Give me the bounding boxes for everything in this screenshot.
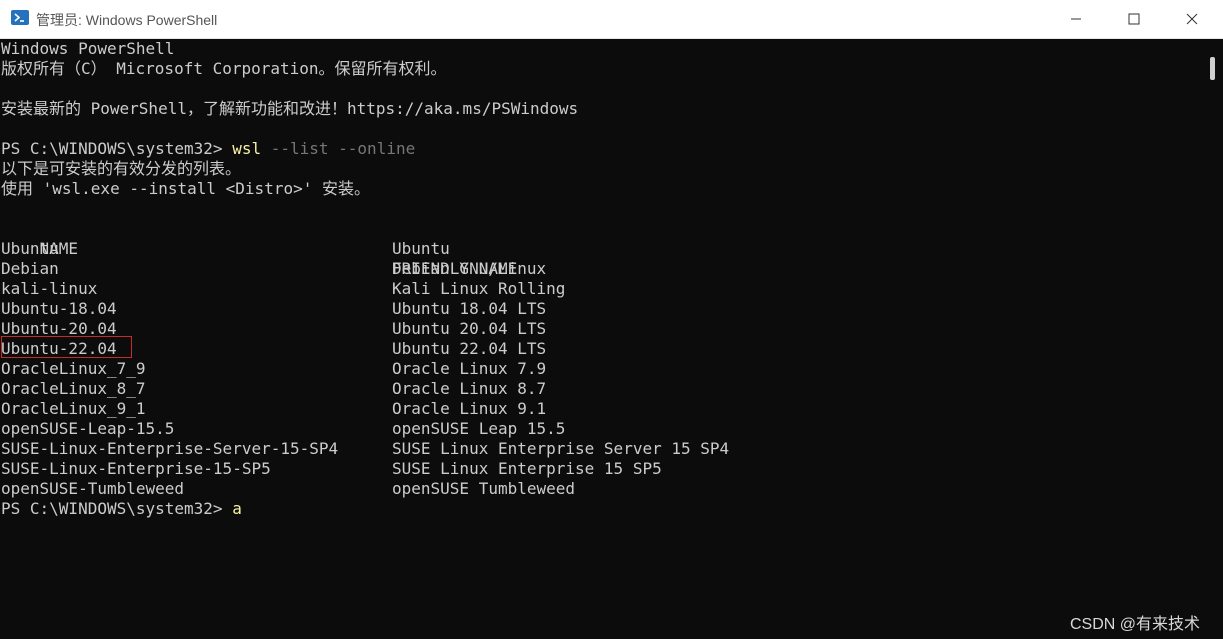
prompt-line: PS C:\WINDOWS\system32> a bbox=[1, 499, 242, 519]
distro-friendly-name: Ubuntu 20.04 LTS bbox=[392, 319, 547, 338]
prompt: PS C:\WINDOWS\system32> bbox=[1, 139, 233, 158]
distro-friendly-name: openSUSE Tumbleweed bbox=[392, 479, 576, 498]
distro-name: OracleLinux_7_9 bbox=[1, 359, 146, 378]
distro-name: Ubuntu bbox=[1, 239, 59, 258]
header-line: Windows PowerShell bbox=[1, 39, 175, 58]
maximize-icon bbox=[1128, 13, 1140, 25]
distro-name: SUSE-Linux-Enterprise-15-SP5 bbox=[1, 459, 271, 478]
distro-friendly-name: SUSE Linux Enterprise Server 15 SP4 bbox=[392, 439, 730, 458]
prompt: PS C:\WINDOWS\system32> bbox=[1, 499, 233, 518]
minimize-button[interactable] bbox=[1047, 0, 1105, 38]
distro-name: openSUSE-Tumbleweed bbox=[1, 479, 185, 498]
distro-friendly-name: Ubuntu bbox=[392, 239, 450, 258]
window-title: 管理员: Windows PowerShell bbox=[36, 12, 218, 28]
distro-friendly-name: Debian GNU/Linux bbox=[392, 259, 547, 278]
distro-row: OracleLinux_8_7 Oracle Linux 8.7 bbox=[1, 379, 546, 399]
typed-input[interactable]: a bbox=[232, 499, 242, 518]
distro-name: OracleLinux_9_1 bbox=[1, 399, 146, 418]
distro-row: Debian Debian GNU/Linux bbox=[1, 259, 546, 279]
distro-name: openSUSE-Leap-15.5 bbox=[1, 419, 175, 438]
copyright-line: 版权所有（C） Microsoft Corporation。保留所有权利。 bbox=[1, 59, 447, 78]
distro-row: SUSE-Linux-Enterprise-15-SP5 SUSE Linux E… bbox=[1, 459, 662, 479]
distro-friendly-name: Oracle Linux 8.7 bbox=[392, 379, 547, 398]
distro-row: Ubuntu-18.04 Ubuntu 18.04 LTS bbox=[1, 299, 546, 319]
close-icon bbox=[1186, 13, 1198, 25]
command-line: PS C:\WINDOWS\system32> wsl --list --onl… bbox=[1, 139, 415, 159]
distro-name: OracleLinux_8_7 bbox=[1, 379, 146, 398]
distro-row: openSUSE-Leap-15.5 openSUSE Leap 15.5 bbox=[1, 419, 565, 439]
distro-row: SUSE-Linux-Enterprise-Server-15-SP4 SUSE … bbox=[1, 439, 729, 459]
distro-friendly-name: Ubuntu 18.04 LTS bbox=[392, 299, 547, 318]
output-line: 以下是可安装的有效分发的列表。 bbox=[1, 159, 242, 178]
console-area[interactable]: Windows PowerShell 版权所有（C） Microsoft Cor… bbox=[0, 39, 1207, 639]
distro-name: SUSE-Linux-Enterprise-Server-15-SP4 bbox=[1, 439, 339, 458]
distro-name: Debian bbox=[1, 259, 59, 278]
distro-row: OracleLinux_9_1 Oracle Linux 9.1 bbox=[1, 399, 546, 419]
scrollbar[interactable] bbox=[1207, 39, 1223, 639]
powershell-icon[interactable] bbox=[11, 10, 29, 25]
distro-name: kali-linux bbox=[1, 279, 98, 298]
distro-friendly-name: Kali Linux Rolling bbox=[392, 279, 566, 298]
watermark: CSDN @有来技术 bbox=[1070, 616, 1201, 633]
distro-row: Ubuntu Ubuntu bbox=[1, 239, 450, 259]
maximize-button[interactable] bbox=[1105, 0, 1163, 38]
distro-friendly-name: openSUSE Leap 15.5 bbox=[392, 419, 566, 438]
column-header-row: NAME FRIENDLY NAME bbox=[1, 219, 518, 278]
command-name: wsl bbox=[232, 139, 262, 158]
distro-row: OracleLinux_7_9 Oracle Linux 7.9 bbox=[1, 359, 546, 379]
upgrade-hint-line: 安装最新的 PowerShell，了解新功能和改进！https://aka.ms… bbox=[1, 99, 579, 118]
distro-row: openSUSE-Tumbleweed openSUSE Tumbleweed bbox=[1, 479, 575, 499]
close-button[interactable] bbox=[1163, 0, 1221, 38]
distro-friendly-name: Ubuntu 22.04 LTS bbox=[392, 339, 547, 358]
distro-friendly-name: SUSE Linux Enterprise 15 SP5 bbox=[392, 459, 662, 478]
minimize-icon bbox=[1071, 18, 1081, 20]
distro-friendly-name: Oracle Linux 7.9 bbox=[392, 359, 547, 378]
scrollbar-thumb[interactable] bbox=[1210, 57, 1215, 80]
title-bar[interactable]: 管理员: Windows PowerShell bbox=[0, 0, 1223, 39]
highlight-box bbox=[1, 336, 132, 358]
distro-friendly-name: Oracle Linux 9.1 bbox=[392, 399, 547, 418]
distro-row: kali-linux Kali Linux Rolling bbox=[1, 279, 565, 299]
output-line: 使用 'wsl.exe --install <Distro>' 安装。 bbox=[1, 179, 370, 198]
distro-name: Ubuntu-18.04 bbox=[1, 299, 117, 318]
command-args: --list --online bbox=[261, 139, 416, 158]
